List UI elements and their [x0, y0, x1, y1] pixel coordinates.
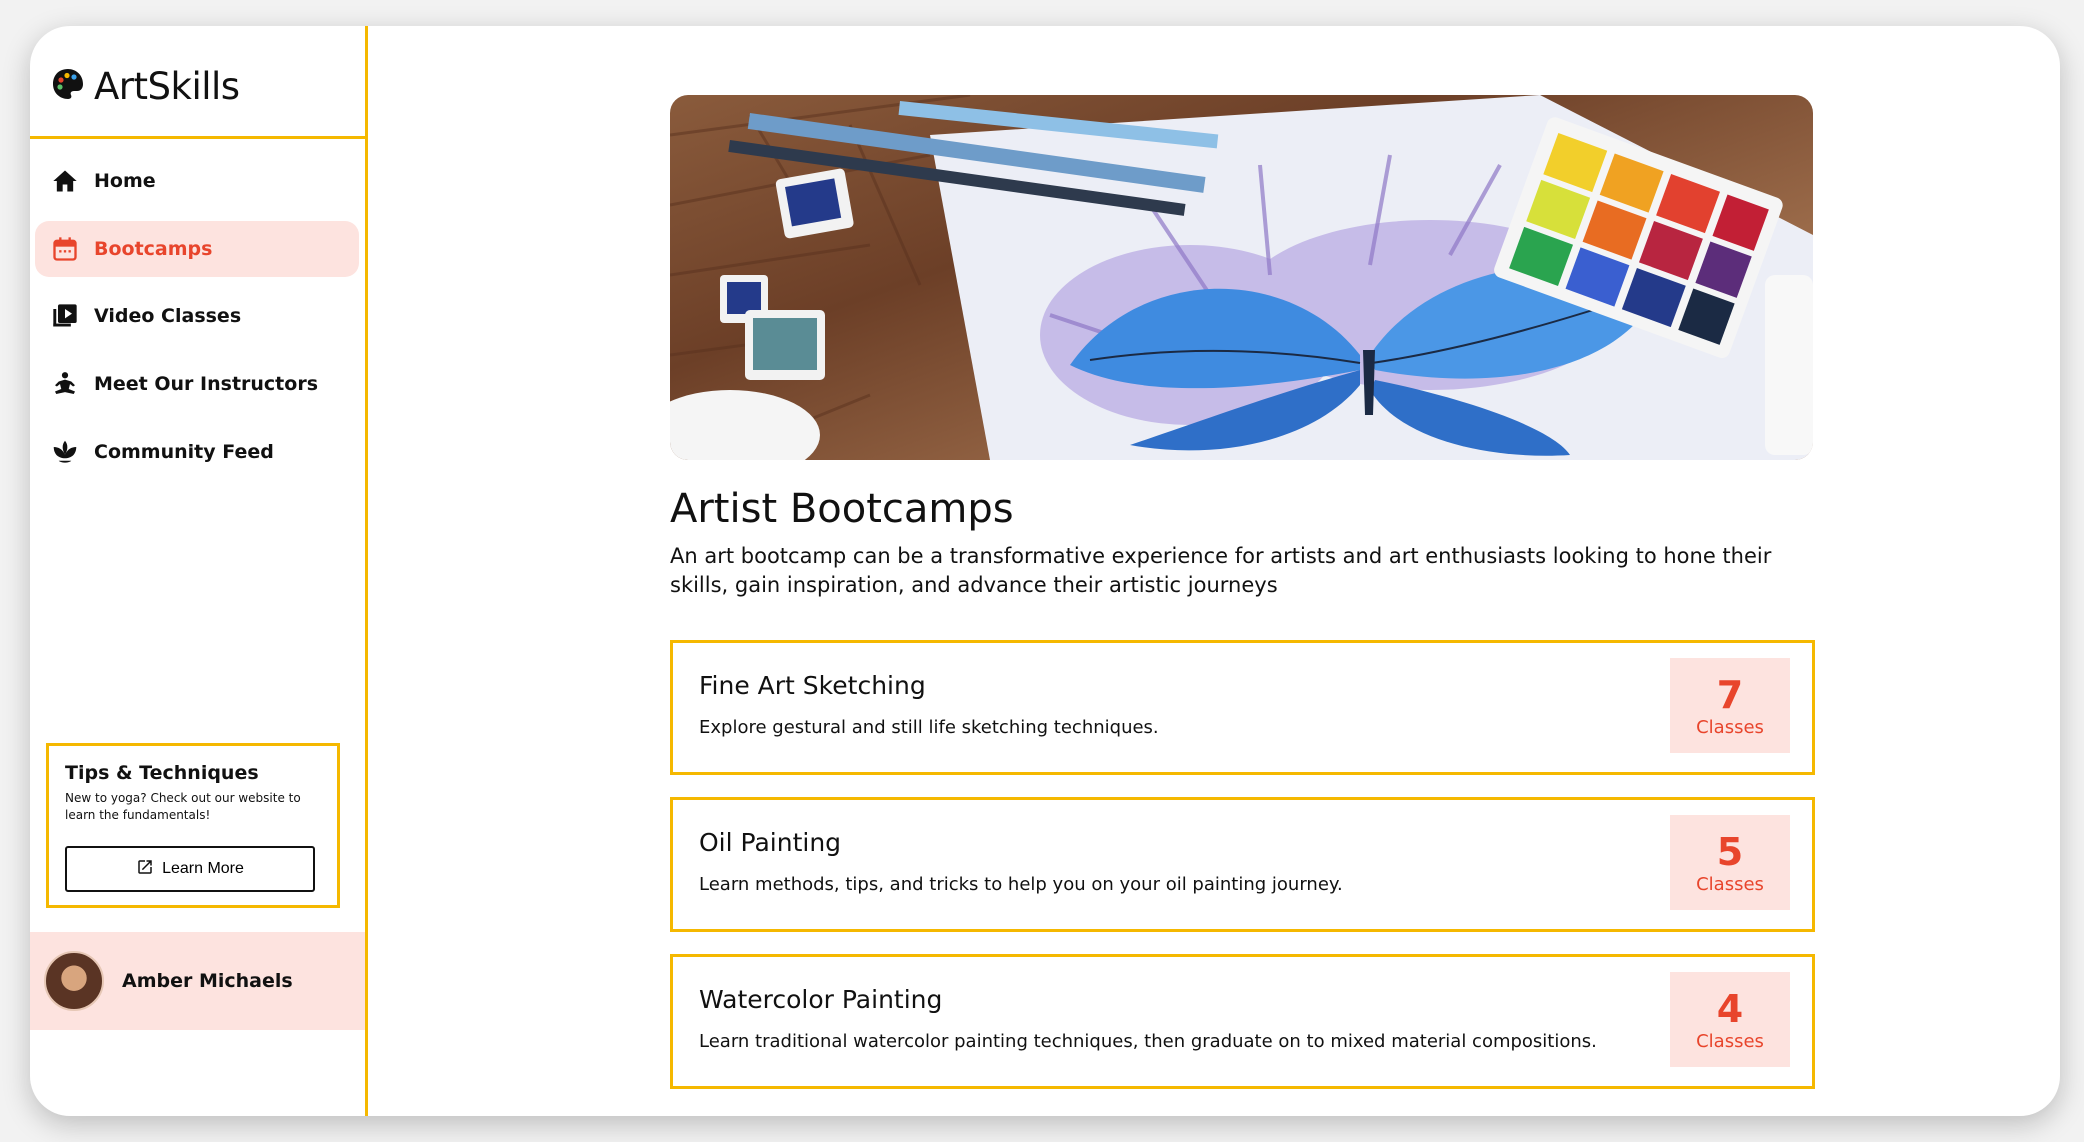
meditation-person-icon [50, 369, 80, 399]
bootcamp-title: Watercolor Painting [699, 985, 943, 1014]
tips-title: Tips & Techniques [65, 762, 259, 784]
sidebar-item-bootcamps[interactable]: Bootcamps [35, 221, 359, 277]
sidebar-item-meet-our-instructors[interactable]: Meet Our Instructors [35, 356, 359, 412]
home-icon [50, 166, 80, 196]
avatar [44, 951, 104, 1011]
external-link-icon [136, 858, 154, 881]
class-count: 4 [1716, 987, 1744, 1031]
sidebar-item-label: Bootcamps [94, 238, 213, 260]
class-count-badge: 4 Classes [1670, 972, 1790, 1067]
class-count-label: Classes [1696, 1031, 1764, 1052]
sidebar-item-community-feed[interactable]: Community Feed [35, 424, 359, 480]
sidebar-item-label: Video Classes [94, 305, 242, 327]
sidebar-item-home[interactable]: Home [35, 153, 359, 209]
sidebar-item-label: Meet Our Instructors [94, 373, 319, 395]
bootcamp-card-watercolor-painting[interactable]: Watercolor Painting Learn traditional wa… [670, 954, 1815, 1089]
bootcamp-card-fine-art-sketching[interactable]: Fine Art Sketching Explore gestural and … [670, 640, 1815, 775]
class-count-label: Classes [1696, 874, 1764, 895]
class-count-badge: 7 Classes [1670, 658, 1790, 753]
class-count-label: Classes [1696, 717, 1764, 738]
page-title: Artist Bootcamps [670, 486, 1014, 532]
lotus-icon [50, 437, 80, 467]
sidebar-item-video-classes[interactable]: Video Classes [35, 288, 359, 344]
app-name: ArtSkills [94, 64, 240, 108]
sidebar-item-label: Home [94, 170, 156, 192]
sidebar: ArtSkills Home Bootcamps Video Classes M… [30, 26, 368, 1116]
bootcamp-card-oil-painting[interactable]: Oil Painting Learn methods, tips, and tr… [670, 797, 1815, 932]
tips-text: New to yoga? Check out our website to le… [65, 791, 301, 822]
bootcamp-description: Explore gestural and still life sketchin… [699, 717, 1159, 738]
hero-image [670, 95, 1813, 460]
video-library-icon [50, 301, 80, 331]
class-count: 5 [1716, 830, 1744, 874]
learn-more-button[interactable]: Learn More [65, 846, 315, 892]
page-description: An art bootcamp can be a transformative … [670, 544, 1772, 597]
sidebar-item-label: Community Feed [94, 441, 274, 463]
bootcamp-title: Oil Painting [699, 828, 842, 857]
calendar-icon [50, 234, 80, 264]
bootcamp-description: Learn traditional watercolor painting te… [699, 1031, 1597, 1052]
bootcamp-description: Learn methods, tips, and tricks to help … [699, 874, 1343, 895]
palette-icon [50, 66, 86, 106]
tips-card: Tips & Techniques New to yoga? Check out… [46, 743, 340, 908]
logo[interactable]: ArtSkills [50, 56, 240, 116]
user-name: Amber Michaels [122, 970, 293, 992]
divider [30, 136, 368, 139]
user-profile[interactable]: Amber Michaels [30, 932, 365, 1030]
bootcamp-title: Fine Art Sketching [699, 671, 926, 700]
class-count: 7 [1716, 673, 1744, 717]
app-window: ArtSkills Home Bootcamps Video Classes M… [30, 26, 2060, 1116]
learn-more-label: Learn More [162, 860, 244, 877]
class-count-badge: 5 Classes [1670, 815, 1790, 910]
